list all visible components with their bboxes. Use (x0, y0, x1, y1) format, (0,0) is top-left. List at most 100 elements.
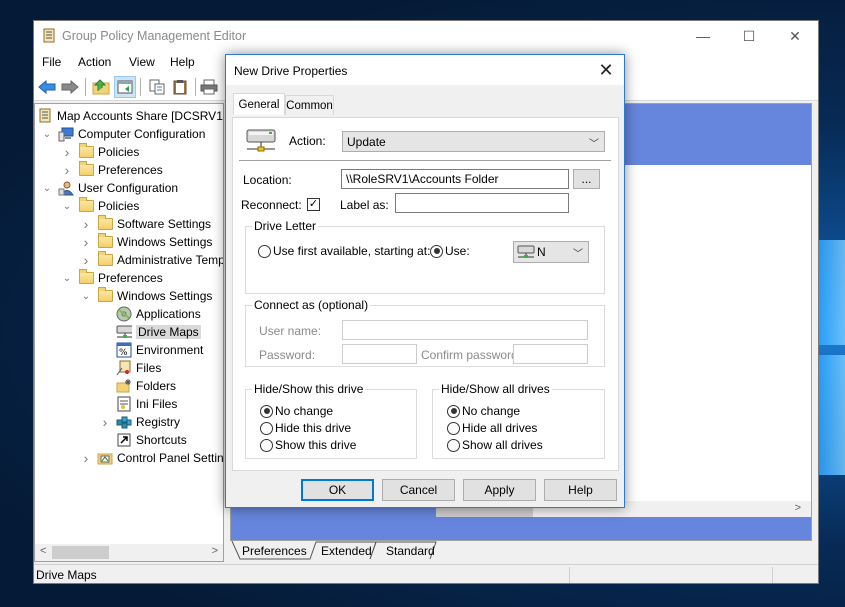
show-all-drives-radio[interactable]: Show all drives (447, 438, 543, 452)
tree-item-label: Registry (136, 415, 181, 429)
chevron-right-icon[interactable]: › (61, 162, 73, 178)
chevron-right-icon[interactable]: › (80, 252, 92, 268)
password-input[interactable] (342, 344, 417, 364)
tree-item-label: Policies (98, 145, 140, 159)
tree-item-label: Administrative Temp (117, 253, 224, 267)
paste-button[interactable] (169, 76, 191, 98)
folder-icon (78, 161, 94, 178)
tree-item-label: User Configuration (78, 181, 179, 195)
hide-show-this-title: Hide/Show this drive (252, 382, 366, 396)
reconnect-checkbox[interactable]: ✓ (307, 198, 320, 211)
show-this-drive-radio[interactable]: Show this drive (260, 438, 356, 452)
menu-file[interactable]: File (42, 55, 61, 69)
apply-button[interactable]: Apply (463, 479, 536, 501)
drive-letter-title: Drive Letter (252, 219, 319, 233)
tree-horizontal-scrollbar[interactable]: < > (35, 544, 223, 561)
folders-icon (116, 378, 132, 394)
help-button[interactable]: Help (544, 479, 617, 501)
radio-label: No change (275, 404, 334, 418)
chevron-down-icon[interactable]: ⌄ (80, 290, 92, 302)
dialog-close-button[interactable]: ✕ (594, 59, 618, 81)
hide-show-this-drive-group: Hide/Show this drive No change Hide this… (245, 382, 417, 459)
tree-item-administrative-temp[interactable]: › Administrative Temp (80, 251, 224, 269)
folder-icon (97, 233, 113, 250)
use-drive-radio[interactable]: Use: (430, 244, 470, 258)
action-dropdown[interactable]: Update ﹀ (342, 131, 605, 152)
chevron-right-icon[interactable]: › (80, 450, 92, 466)
tree-item-preferences[interactable]: ⌄ Preferences (61, 269, 163, 287)
scroll-left-icon[interactable]: < (40, 545, 46, 557)
confirm-password-input[interactable] (513, 344, 588, 364)
tree-item-folders[interactable]: Folders (99, 377, 176, 395)
show-hide-tree-button[interactable] (114, 76, 136, 98)
forward-button[interactable] (59, 76, 81, 98)
location-label: Location: (243, 173, 292, 187)
tree-item-drive-maps[interactable]: Drive Maps (99, 323, 201, 341)
print-button[interactable] (198, 76, 220, 98)
tree-item-files[interactable]: Files (99, 359, 161, 377)
tree-item-software-settings[interactable]: › Software Settings (80, 215, 211, 233)
browse-button[interactable]: ... (573, 169, 600, 189)
tree-item-windows-settings[interactable]: ⌄ Windows Settings (80, 287, 212, 305)
chevron-down-icon[interactable]: ⌄ (61, 272, 73, 284)
toolbar-separator (140, 78, 141, 96)
up-one-level-button[interactable] (90, 76, 112, 98)
tab-standard[interactable]: Standard (386, 541, 435, 561)
dialog-title: New Drive Properties (234, 64, 348, 78)
tab-preferences[interactable]: Preferences (242, 541, 307, 561)
tab-general[interactable]: General (233, 93, 285, 115)
chevron-right-icon[interactable]: › (80, 216, 92, 232)
tree-item-computer-configuration[interactable]: ⌄ Computer Configuration (41, 125, 205, 143)
chevron-right-icon[interactable]: › (80, 234, 92, 250)
scroll-right-icon[interactable]: > (795, 502, 801, 514)
drive-map-icon (116, 324, 132, 340)
hide-this-drive-radio[interactable]: Hide this drive (260, 421, 351, 435)
username-input[interactable] (342, 320, 588, 340)
close-button[interactable]: ✕ (772, 21, 818, 51)
radio-indicator (430, 244, 443, 258)
tree-item-applications[interactable]: Applications (99, 305, 201, 323)
radio-label: Hide this drive (275, 421, 352, 435)
minimize-button[interactable]: — (680, 21, 726, 51)
tree-item-map-accounts-share-dcsrv1-it[interactable]: Map Accounts Share [DCSRV1.IT (37, 107, 223, 125)
user-config-icon (58, 180, 74, 196)
chevron-right-icon[interactable]: › (61, 144, 73, 160)
use-first-available-radio[interactable]: Use first available, starting at: (258, 244, 430, 258)
tree-item-preferences[interactable]: › Preferences (61, 161, 163, 179)
location-input[interactable]: \\RoleSRV1\Accounts Folder (341, 169, 569, 189)
drive-letter-dropdown[interactable]: N ﹀ (513, 241, 589, 263)
menu-view[interactable]: View (129, 55, 155, 69)
scroll-right-icon[interactable]: > (212, 545, 218, 557)
back-button[interactable] (36, 76, 58, 98)
tree-item-shortcuts[interactable]: Shortcuts (99, 431, 187, 449)
gpo-scroll-icon (37, 108, 53, 124)
gpo-scroll-icon (43, 28, 55, 43)
hide-all-drives-radio[interactable]: Hide all drives (447, 421, 537, 435)
tree-item-policies[interactable]: ⌄ Policies (61, 197, 139, 215)
chevron-down-icon[interactable]: ⌄ (41, 128, 53, 140)
tree-item-ini-files[interactable]: Ini Files (99, 395, 177, 413)
copy-button[interactable] (146, 76, 168, 98)
tab-extended[interactable]: Extended (321, 541, 372, 561)
cancel-button[interactable]: Cancel (382, 479, 455, 501)
tree-item-windows-settings[interactable]: › Windows Settings (80, 233, 212, 251)
this-no-change-radio[interactable]: No change (260, 404, 333, 418)
chevron-down-icon[interactable]: ⌄ (41, 182, 53, 194)
chevron-down-icon[interactable]: ⌄ (61, 200, 73, 212)
chevron-right-icon[interactable]: › (99, 414, 111, 430)
all-no-change-radio[interactable]: No change (447, 404, 520, 418)
ok-button[interactable]: OK (301, 479, 374, 501)
ini-files-icon (116, 396, 132, 412)
tree-item-control-panel-setting[interactable]: › Control Panel Setting (80, 449, 223, 467)
toolbar-separator (85, 78, 86, 96)
menu-help[interactable]: Help (170, 55, 195, 69)
scrollbar-thumb[interactable] (52, 546, 109, 559)
tree-item-registry[interactable]: › Registry (99, 413, 180, 431)
tree-item-policies[interactable]: › Policies (61, 143, 139, 161)
tree-item-environment[interactable]: % Environment (99, 341, 203, 359)
tab-common[interactable]: Common (285, 95, 334, 115)
label-as-input[interactable] (395, 193, 569, 213)
tree-item-user-configuration[interactable]: ⌄ User Configuration (41, 179, 178, 197)
maximize-button[interactable]: ☐ (726, 21, 772, 51)
menu-action[interactable]: Action (78, 55, 111, 69)
